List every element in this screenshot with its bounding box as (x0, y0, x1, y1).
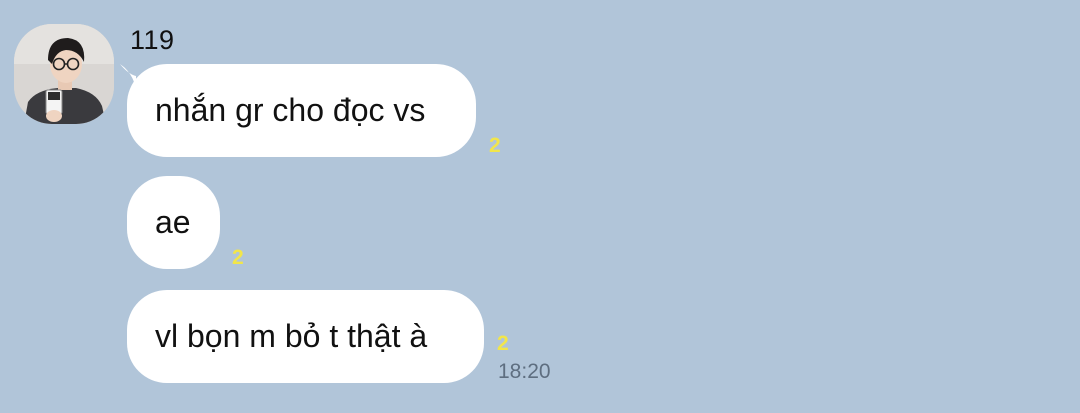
chat-thread: 119 nhắn gr cho đọc vs 2 ae 2 vl bọn m b… (0, 0, 1080, 413)
avatar-photo (14, 24, 114, 124)
unread-count: 2 (232, 246, 244, 269)
unread-count: 2 (489, 134, 501, 157)
message-bubble[interactable]: nhắn gr cho đọc vs (127, 64, 476, 157)
sender-name: 119 (130, 25, 175, 55)
message-text: ae (155, 204, 191, 240)
message-bubble[interactable]: vl bọn m bỏ t thật à (127, 290, 484, 383)
message-text: vl bọn m bỏ t thật à (155, 318, 428, 354)
sender-avatar[interactable] (14, 24, 114, 124)
message-text: nhắn gr cho đọc vs (155, 92, 426, 128)
message-bubble[interactable]: ae (127, 176, 220, 269)
unread-count: 2 (497, 332, 509, 355)
message-timestamp: 18:20 (498, 360, 551, 383)
